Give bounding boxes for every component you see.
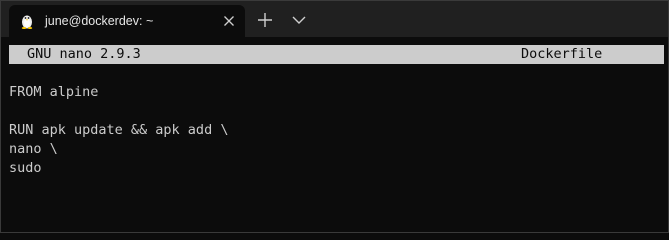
tab-title: june@dockerdev: ~ <box>45 14 154 28</box>
editor-line: nano \ <box>9 141 58 157</box>
chevron-down-icon[interactable] <box>287 9 311 31</box>
editor-text-area[interactable]: FROM alpine RUN apk update && apk add \ … <box>9 83 659 178</box>
terminal-window: june@dockerdev: ~ GNU nano 2.9.3 Dockerf… <box>0 0 669 233</box>
nano-version: GNU nano 2.9.3 <box>27 46 141 62</box>
editor-line: sudo <box>9 160 42 176</box>
linux-penguin-icon <box>21 15 33 29</box>
plus-icon[interactable] <box>253 9 277 31</box>
title-bar: june@dockerdev: ~ <box>1 1 668 37</box>
close-icon[interactable] <box>221 13 237 29</box>
editor-line: FROM alpine <box>9 84 99 100</box>
nano-header-bar: GNU nano 2.9.3 Dockerfile <box>9 45 664 64</box>
editor-line: RUN apk update && apk add \ <box>9 122 229 138</box>
terminal-tab[interactable]: june@dockerdev: ~ <box>9 5 245 37</box>
nano-filename: Dockerfile <box>521 46 603 62</box>
